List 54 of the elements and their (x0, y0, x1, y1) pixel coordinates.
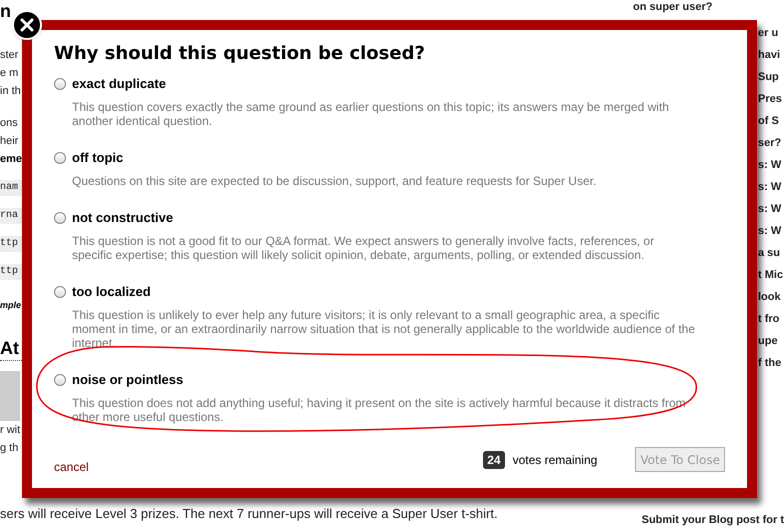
sidebar-link-fragment[interactable]: s: W (758, 222, 784, 240)
avatar-placeholder (0, 370, 20, 421)
text-fragment: ster (0, 48, 20, 63)
sidebar-link-fragment[interactable]: f the (758, 354, 784, 372)
code-fragment: ttp (0, 236, 22, 252)
text-fragment: g th (0, 440, 20, 456)
option-description: This question covers exactly the same ground as earlier questions on this topic; its answers may be merged with another identical question. (72, 100, 670, 128)
sidebar-link-fragment[interactable]: t fro (758, 310, 784, 328)
text-fragment: in th (0, 84, 22, 99)
text-fragment: ons (0, 116, 19, 131)
radio-button[interactable] (54, 374, 66, 386)
body-text: sers will receive Level 3 prizes. The next 7 runner-ups will receive a Super User t-shirt. (0, 504, 498, 523)
sidebar-link-fragment[interactable]: s: W (758, 156, 784, 174)
option-description: Questions on this site are expected to be discussion, support, and feature requests for Super User. (72, 174, 598, 188)
option-label[interactable]: too localized (72, 282, 151, 302)
option-description: This question is unlikely to ever help any future visitors; it is only relevant to a small geographic area, a specific moment in time, or an extraordinarily narrow situation that is not generally applicable to the worldwide audience of the internet. (72, 308, 696, 350)
option-label[interactable]: off topic (72, 148, 124, 168)
radio-button[interactable] (54, 152, 66, 164)
votes-remaining-label: votes remaining (512, 452, 598, 469)
option-label[interactable]: noise or pointless (72, 370, 184, 390)
sidebar-link-fragment[interactable]: er u (758, 24, 784, 42)
code-fragment: ttp (0, 264, 22, 280)
sidebar-link-fragment[interactable]: ser? (758, 134, 784, 152)
dialog-title: Why should this question be closed? (54, 42, 426, 66)
radio-button[interactable] (54, 212, 66, 224)
close-button[interactable] (12, 10, 42, 40)
text-fragment: heir (0, 134, 20, 149)
text-fragment: mple (0, 298, 22, 312)
text-fragment: eme (0, 152, 22, 167)
page-heading-fragment: n (0, 2, 12, 20)
votes-count-badge: 24 (483, 450, 505, 469)
radio-button[interactable] (54, 78, 66, 90)
sidebar-link-fragment[interactable]: s: W (758, 200, 784, 218)
sidebar-link-fragment[interactable]: Sup (758, 68, 784, 86)
code-fragment: rna (0, 208, 22, 224)
sidebar-link[interactable]: on super user? (633, 0, 712, 14)
close-icon (20, 18, 34, 32)
text-fragment: e m (0, 66, 20, 81)
sidebar-link-fragment[interactable]: upe (758, 332, 784, 350)
radio-button[interactable] (54, 286, 66, 298)
sidebar-link-fragment[interactable]: havi (758, 46, 784, 64)
code-fragment: nam (0, 180, 22, 196)
option-label[interactable]: exact duplicate (72, 74, 166, 94)
sidebar-link-fragment[interactable]: of S (758, 112, 784, 130)
option-description: This question is not a good fit to our Q&A format. We expect answers to generally involve facts, references, or specific expertise; this question will likely solicit opinion, debate, arguments, polling, or extended discussion. (72, 234, 656, 262)
sidebar-link-fragment[interactable]: a su (758, 244, 784, 262)
cancel-link[interactable]: cancel (54, 458, 89, 476)
text-fragment: r wit (0, 422, 22, 438)
sidebar-link-fragment[interactable]: t Mic (758, 266, 784, 284)
sidebar-link[interactable]: Submit your Blog post for t (642, 512, 784, 528)
option-label[interactable]: not constructive (72, 208, 174, 228)
sidebar-link-fragment[interactable]: Pres (758, 90, 784, 108)
sidebar-link-fragment[interactable]: s: W (758, 178, 784, 196)
sidebar-link-fragment[interactable]: look (758, 288, 784, 306)
